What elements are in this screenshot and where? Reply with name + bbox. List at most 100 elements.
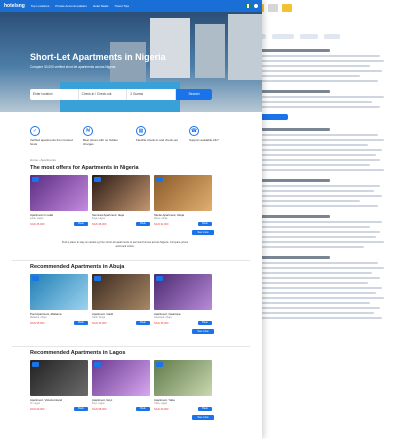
breadcrumb[interactable]: Home › Apartments [30,158,262,162]
apartment-price: NGN 40,000 [92,321,107,325]
book-button[interactable]: Book [198,222,212,226]
guests-field[interactable]: 2 Guests [127,89,177,100]
see-more-button[interactable]: See more [192,415,214,421]
book-button[interactable]: Book [136,222,150,226]
background-heading [260,256,330,259]
deal-badge [94,177,101,182]
background-button[interactable] [260,114,288,120]
apartment-card[interactable]: Apartment, Gwarinpa Gwarinpa, Abuja NGN … [154,274,212,326]
nav-item[interactable]: Travel Tips [114,4,129,8]
nav-item[interactable]: Private Accommodation [55,4,87,8]
apartment-location: Maitama, Abuja [30,316,47,320]
search-button[interactable]: Search [176,89,213,100]
divider [12,346,250,348]
apartment-location: Ikoyi, Lagos [92,402,105,406]
background-heading [260,128,330,131]
card-row: Apartment in Lekki Lekki, Lagos NGN 45,0… [30,175,262,226]
apartment-card[interactable]: Apartment, Ikoyi Ikoyi, Lagos NGN 58,000… [92,360,150,412]
page-title: Short-Let Apartments in Nigeria [30,52,166,62]
feature-item: ✓ Verified apartments from trusted hosts [30,126,73,146]
calendar-icon: ▦ [136,126,146,136]
headset-icon: ☎ [189,126,199,136]
book-button[interactable]: Book [136,407,150,412]
apartment-price: NGN 58,000 [92,407,107,411]
feature-text: Verified apartments from trusted hosts [30,138,73,146]
apartment-photo[interactable] [30,175,88,211]
book-button[interactable]: Book [198,407,212,412]
apartment-card[interactable]: Serviced Apartment, Ikeja Ikeja, Lagos N… [92,175,150,226]
apartment-price: NGN 35,000 [154,321,169,325]
section-title: Recommended Apartments in Abuja [30,264,125,271]
deal-badge [32,362,39,368]
thumbnail[interactable] [268,4,278,12]
apartment-location: VI, Lagos [30,402,41,406]
apartment-location: Garki, Abuja [92,316,106,320]
section-title: The most offers for Apartments in Nigeri… [30,165,139,171]
feature-text: Best prices with no hidden charges [83,138,119,146]
book-button[interactable]: Book [136,321,150,326]
thumbnail[interactable] [282,4,292,12]
deal-badge [94,276,101,282]
apartment-price: NGN 38,000 [92,222,107,226]
apartment-photo[interactable] [154,175,212,211]
apartment-card[interactable]: Pool Apartment, Maitama Maitama, Abuja N… [30,274,88,326]
book-button[interactable]: Book [74,407,88,412]
site-logo[interactable]: hotelsng [4,3,25,9]
nav-right [245,4,258,8]
card-row: Apartment, Victoria Island VI, Lagos NGN… [30,360,262,412]
location-input[interactable]: Enter location [30,89,79,100]
nav-item[interactable]: Hotel Deals [93,4,109,8]
user-icon[interactable] [254,4,258,8]
shield-icon: ✓ [30,126,40,136]
see-more-button[interactable]: See more [192,329,214,335]
features-row: ✓ Verified apartments from trusted hosts… [0,112,262,146]
divider [12,260,250,262]
page-subtitle: Compare 30,000 verified short-let apartm… [30,65,116,69]
apartment-photo[interactable] [154,274,212,311]
feature-item: ☎ Support available 24/7 [189,126,232,146]
deal-badge [32,177,39,182]
apartment-photo[interactable] [30,360,88,397]
apartment-photo[interactable] [92,360,150,397]
apartment-price: NGN 45,000 [30,222,45,226]
apartment-photo[interactable] [30,274,88,311]
deal-badge [94,362,101,368]
deal-badge [156,276,163,282]
front-page: hotelsng Top Locations Private Accommoda… [0,0,262,439]
apartment-card[interactable]: Apartment, Yaba Yaba, Lagos NGN 30,000 Bo… [154,360,212,412]
apartment-price: NGN 30,000 [154,407,169,411]
deal-badge [156,362,163,368]
book-button[interactable]: Book [74,321,88,326]
background-heading [260,215,330,218]
section-title: Recommended Apartments in Lagos [30,350,126,357]
apartment-location: Ikeja, Lagos [92,217,105,220]
feature-text: Support available 24/7 [189,138,219,142]
apartment-location: Lekki, Lagos [30,217,44,220]
apartment-location: Wuse, Abuja [154,217,168,220]
apartment-card[interactable]: Apartment, Garki Garki, Abuja NGN 40,000… [92,274,150,326]
nigeria-flag-icon[interactable] [245,4,251,8]
apartment-price: NGN 60,000 [30,407,45,411]
dates-field[interactable]: Check-in / Check-out [79,89,128,100]
card-row: Pool Apartment, Maitama Maitama, Abuja N… [30,274,262,326]
feature-item: ▦ Flexible check-in and check-out [136,126,179,146]
nav-item[interactable]: Top Locations [31,4,50,8]
apartment-card[interactable]: Studio Apartment, Abuja Wuse, Abuja NGN … [154,175,212,226]
hero-banner: Short-Let Apartments in Nigeria Compare … [0,12,262,112]
deal-badge [32,276,39,282]
see-more-button[interactable]: See more [192,230,214,235]
apartment-location: Yaba, Lagos [154,402,168,406]
book-button[interactable]: Book [74,222,88,226]
feature-text: Flexible check-in and check-out [136,138,179,142]
apartment-card[interactable]: Apartment, Victoria Island VI, Lagos NGN… [30,360,88,412]
book-button[interactable]: Book [198,321,212,326]
apartment-photo[interactable] [154,360,212,397]
apartment-price: NGN 55,000 [30,321,45,325]
apartment-card[interactable]: Apartment in Lekki Lekki, Lagos NGN 45,0… [30,175,88,226]
apartment-photo[interactable] [92,175,150,211]
top-navbar: hotelsng Top Locations Private Accommoda… [0,0,262,12]
apartment-photo[interactable] [92,274,150,311]
tag-icon: ₦ [83,126,93,136]
section-note: Find a place to stay on Hotels.ng from s… [61,241,189,248]
background-heading [260,49,330,52]
